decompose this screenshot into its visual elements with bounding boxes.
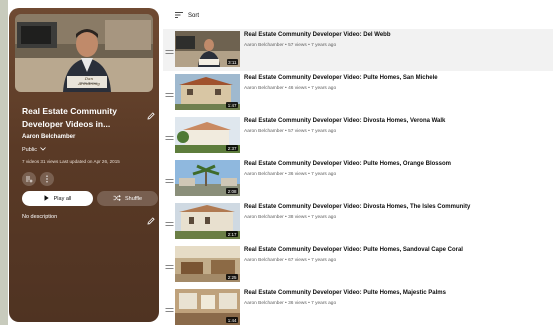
drag-handle-icon[interactable] — [165, 130, 174, 140]
video-title[interactable]: Real Estate Community Developer Video: D… — [244, 204, 470, 210]
playlist-video-row[interactable]: 1:44 Real Estate Community Developer Vid… — [163, 287, 553, 325]
hero-caption-small: Pulte Homes — [80, 81, 98, 85]
video-duration: 2:08 — [226, 188, 238, 194]
video-meta: Aaron Belchamber • 57 views • 7 years ag… — [244, 129, 337, 134]
sort-button[interactable]: Sort — [175, 12, 199, 20]
drag-handle-icon[interactable] — [165, 302, 174, 312]
shuffle-icon — [113, 194, 121, 203]
playlist-hero-thumbnail[interactable]: Dan Armstrong Pulte Homes — [15, 14, 153, 92]
drag-handle-icon[interactable] — [165, 216, 174, 226]
drag-handle-icon[interactable] — [165, 259, 174, 269]
chevron-down-icon — [40, 147, 46, 153]
video-title[interactable]: Real Estate Community Developer Video: P… — [244, 290, 446, 296]
video-title[interactable]: Real Estate Community Developer Video: D… — [244, 118, 445, 124]
playlist-video-row[interactable]: 2:17 Real Estate Community Developer Vid… — [163, 201, 553, 243]
video-duration: 1:47 — [226, 102, 238, 108]
video-duration: 3:11 — [226, 59, 238, 65]
add-to-queue-button[interactable] — [22, 172, 36, 186]
video-title[interactable]: Real Estate Community Developer Video: P… — [244, 75, 438, 81]
video-thumbnail[interactable]: 1:44 — [175, 289, 240, 325]
video-thumbnail[interactable]: 2:25 — [175, 246, 240, 282]
play-all-button[interactable]: Play all — [22, 191, 93, 206]
video-thumbnail[interactable]: 1:47 — [175, 74, 240, 110]
sort-label: Sort — [188, 13, 200, 19]
playlist-header-panel: Dan Armstrong Pulte Homes Real Estate Co… — [9, 8, 159, 322]
playlist-title: Real Estate Community Developer Videos i… — [22, 106, 117, 129]
video-meta: Aaron Belchamber • 36 views • 7 years ag… — [244, 301, 337, 306]
video-duration: 1:44 — [226, 317, 238, 323]
video-title[interactable]: Real Estate Community Developer Video: D… — [244, 32, 390, 38]
video-meta: Aaron Belchamber • 67 views • 7 years ag… — [244, 258, 337, 263]
playlist-video-row[interactable]: 2:08 Real Estate Community Developer Vid… — [163, 158, 553, 200]
shuffle-label: Shuffle — [124, 195, 143, 202]
video-thumbnail[interactable]: 3:11 — [175, 31, 240, 67]
sort-lines-icon — [175, 12, 183, 20]
playlist-stats: 7 videos 31 views Last updated on Apr 26… — [22, 159, 120, 164]
video-title[interactable]: Real Estate Community Developer Video: P… — [244, 247, 463, 253]
add-to-queue-icon — [25, 170, 33, 188]
more-vert-icon — [45, 170, 49, 188]
privacy-label: Public — [22, 147, 37, 153]
edit-title-pencil-icon[interactable] — [146, 108, 156, 120]
playlist-video-row[interactable]: 2:25 Real Estate Community Developer Vid… — [163, 244, 553, 286]
playlist-owner[interactable]: Aaron Belchamber — [22, 134, 75, 140]
privacy-select[interactable]: Public — [22, 147, 46, 153]
video-title[interactable]: Real Estate Community Developer Video: P… — [244, 161, 451, 167]
video-duration: 2:25 — [226, 274, 238, 280]
drag-handle-icon[interactable] — [165, 44, 174, 54]
video-meta: Aaron Belchamber • 38 views • 7 years ag… — [244, 215, 337, 220]
video-meta: Aaron Belchamber • 57 views • 7 years ag… — [244, 43, 337, 48]
drag-handle-icon[interactable] — [165, 87, 174, 97]
shuffle-button[interactable]: Shuffle — [97, 191, 158, 206]
drag-handle-icon[interactable] — [165, 173, 174, 183]
playlist-description: No description — [22, 214, 58, 220]
video-meta: Aaron Belchamber • 36 views • 7 years ag… — [244, 172, 337, 177]
video-duration: 2:17 — [226, 231, 238, 237]
edit-description-pencil-icon[interactable] — [146, 213, 156, 225]
left-edge-strip — [0, 0, 8, 325]
video-duration: 2:37 — [226, 145, 238, 151]
playlist-video-row[interactable]: 3:11 Real Estate Community Developer Vid… — [163, 29, 553, 71]
playlist-video-row[interactable]: 2:37 Real Estate Community Developer Vid… — [163, 115, 553, 157]
play-icon — [44, 194, 49, 203]
play-all-label: Play all — [53, 195, 72, 202]
video-meta: Aaron Belchamber • 46 views • 7 years ag… — [244, 86, 337, 91]
video-thumbnail[interactable]: 2:37 — [175, 117, 240, 153]
video-thumbnail[interactable]: 2:08 — [175, 160, 240, 196]
playlist-video-row[interactable]: 1:47 Real Estate Community Developer Vid… — [163, 72, 553, 114]
more-options-button[interactable] — [40, 172, 54, 186]
video-thumbnail[interactable]: 2:17 — [175, 203, 240, 239]
